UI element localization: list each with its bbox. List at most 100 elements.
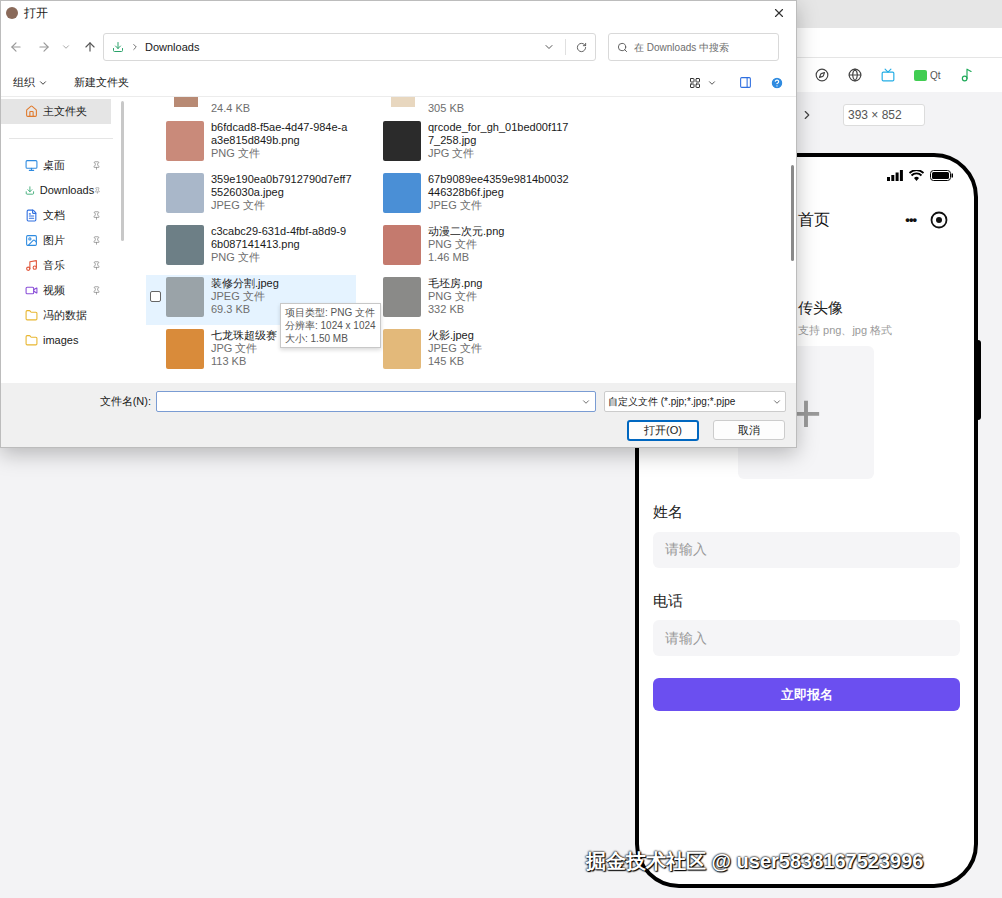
up-icon[interactable] [83,40,97,54]
file-name: 446328b6f.jpeg [428,186,569,199]
file-name: 67b9089ee4359e9814b0032 [428,173,569,186]
file-checkbox[interactable] [150,291,161,302]
pin-icon [92,286,101,295]
expand-icon[interactable] [800,108,814,122]
file-type: PNG 文件 [428,238,504,251]
capsule-menu[interactable]: ••• [905,210,948,230]
compass-icon[interactable] [815,68,829,82]
close-icon[interactable] [772,6,786,20]
search-icon [617,42,628,53]
nav-item[interactable]: 图片 [1,228,111,253]
file-name: 5526030a.jpeg [211,186,352,199]
music-app-icon[interactable] [960,68,974,82]
pin-icon [92,211,101,220]
back-icon[interactable] [9,40,23,54]
forward-icon[interactable] [37,40,51,54]
refresh-icon[interactable] [576,42,587,53]
address-row: Downloads 在 Downloads 中搜索 [1,25,796,69]
field-input[interactable]: 请输入 [653,620,960,656]
nav-item-icon [25,284,38,297]
dialog-footer: 文件名(N): 自定义文件 (*.pjp;*.jpg;*.pjpe 打开(O) 取消 [1,383,796,447]
nav-item[interactable]: 桌面 [1,153,111,178]
nav-item[interactable]: 视频 [1,278,111,303]
globe-icon[interactable] [848,68,862,82]
file-name: 毛坯房.png [428,277,482,290]
new-folder-button[interactable]: 新建文件夹 [74,74,129,91]
search-box[interactable]: 在 Downloads 中搜索 [608,33,779,61]
filename-input[interactable] [156,391,596,412]
search-placeholder: 在 Downloads 中搜索 [634,40,729,55]
screen: Qt393 × 852首页•••传头像支持 png、jpg 格式+姓名请输入电话… [0,0,1002,898]
file-item[interactable]: c3cabc29-631d-4fbf-a8d9-96b087141413.png… [146,223,356,273]
address-dropdown-icon[interactable] [543,41,555,53]
file-item[interactable]: b6fdcad8-f5ae-4d47-984e-aa3e815d849b.png… [146,119,356,169]
file-scrollbar[interactable] [788,97,796,383]
file-item[interactable]: 火影.jpegJPEG 文件145 KB [363,327,573,377]
open-button[interactable]: 打开(O) [627,420,699,441]
title-bar: 打开 [1,1,796,25]
organize-button[interactable]: 组织 [13,74,48,91]
file-type: JPEG 文件 [428,342,482,355]
cancel-button[interactable]: 取消 [713,420,785,440]
file-item[interactable]: 359e190ea0b7912790d7eff75526030a.jpegJPE… [146,171,356,221]
pin-icon [92,236,101,245]
nav-item-icon [25,209,38,222]
nav-item[interactable]: 主文件夹 [1,99,111,124]
nav-item-icon [25,184,35,197]
filename-dropdown-icon[interactable] [581,397,591,407]
file-thumbnail [166,173,204,213]
field-input[interactable]: 请输入 [653,532,960,568]
qt-shortcut[interactable]: Qt [914,68,941,83]
more-button[interactable]: ••• [905,210,916,230]
nav-scrollbar[interactable] [121,97,125,383]
file-size: 305 KB [428,102,464,119]
nav-item[interactable]: 音乐 [1,253,111,278]
file-name: 6b087141413.png [211,238,346,251]
view-icon[interactable] [689,77,701,89]
file-item[interactable]: 动漫二次元.pngPNG 文件1.46 MB [363,223,573,273]
separator-icon [130,42,140,52]
file-name: 火影.jpeg [428,329,482,342]
device-size-field[interactable]: 393 × 852 [843,104,925,126]
nav-item[interactable]: 冯的数据 [1,303,111,328]
file-name: a3e815d849b.png [211,134,347,147]
file-size: 69.3 KB [211,303,279,316]
file-item[interactable]: 毛坯房.pngPNG 文件332 KB [363,275,573,325]
wifi-icon [909,170,924,181]
preview-pane-icon[interactable] [739,76,752,89]
nav-item-icon [25,234,38,247]
file-size: 145 KB [428,355,482,368]
file-thumbnail [383,277,421,317]
help-icon[interactable] [770,76,784,90]
file-name: b6fdcad8-f5ae-4d47-984e-a [211,121,347,134]
tooltip: 项目类型: PNG 文件分辨率: 1024 x 1024大小: 1.50 MB [280,303,381,348]
file-item[interactable]: 67b9089ee4359e9814b0032446328b6f.jpegJPE… [363,171,573,221]
view-chevron-icon[interactable] [707,78,717,88]
close-target-icon[interactable] [930,211,948,229]
nav-item[interactable]: Downloads [1,178,111,203]
filename-label: 文件名(N): [1,393,156,410]
nav-item[interactable]: images [1,328,111,353]
address-bar[interactable]: Downloads [103,33,596,61]
dialog-title: 打开 [24,4,48,22]
upload-label: 传头像 [798,297,974,320]
organize-chevron-icon [38,78,48,88]
file-type: JPEG 文件 [211,290,279,303]
bilibili-icon[interactable] [881,68,895,82]
file-name: 装修分割.jpeg [211,277,279,290]
file-name: 7_258.jpg [428,134,568,147]
file-thumbnail [166,277,204,317]
file-size: 1.46 MB [428,251,504,264]
file-type-filter[interactable]: 自定义文件 (*.pjp;*.jpg;*.pjpe [604,391,786,412]
pin-icon [92,261,101,270]
file-type: PNG 文件 [428,290,482,303]
recent-icon[interactable] [61,42,71,52]
nav-item[interactable]: 文档 [1,203,111,228]
nav-item-icon [25,259,38,272]
downloads-icon [112,41,124,53]
file-item[interactable]: qrcode_for_gh_01bed00f1177_258.jpgJPG 文件 [363,119,573,169]
submit-button[interactable]: 立即报名 [653,678,960,711]
nav-item-icon [25,159,38,172]
command-bar: 组织 新建文件夹 [1,69,796,97]
field-label: 电话 [653,590,960,613]
